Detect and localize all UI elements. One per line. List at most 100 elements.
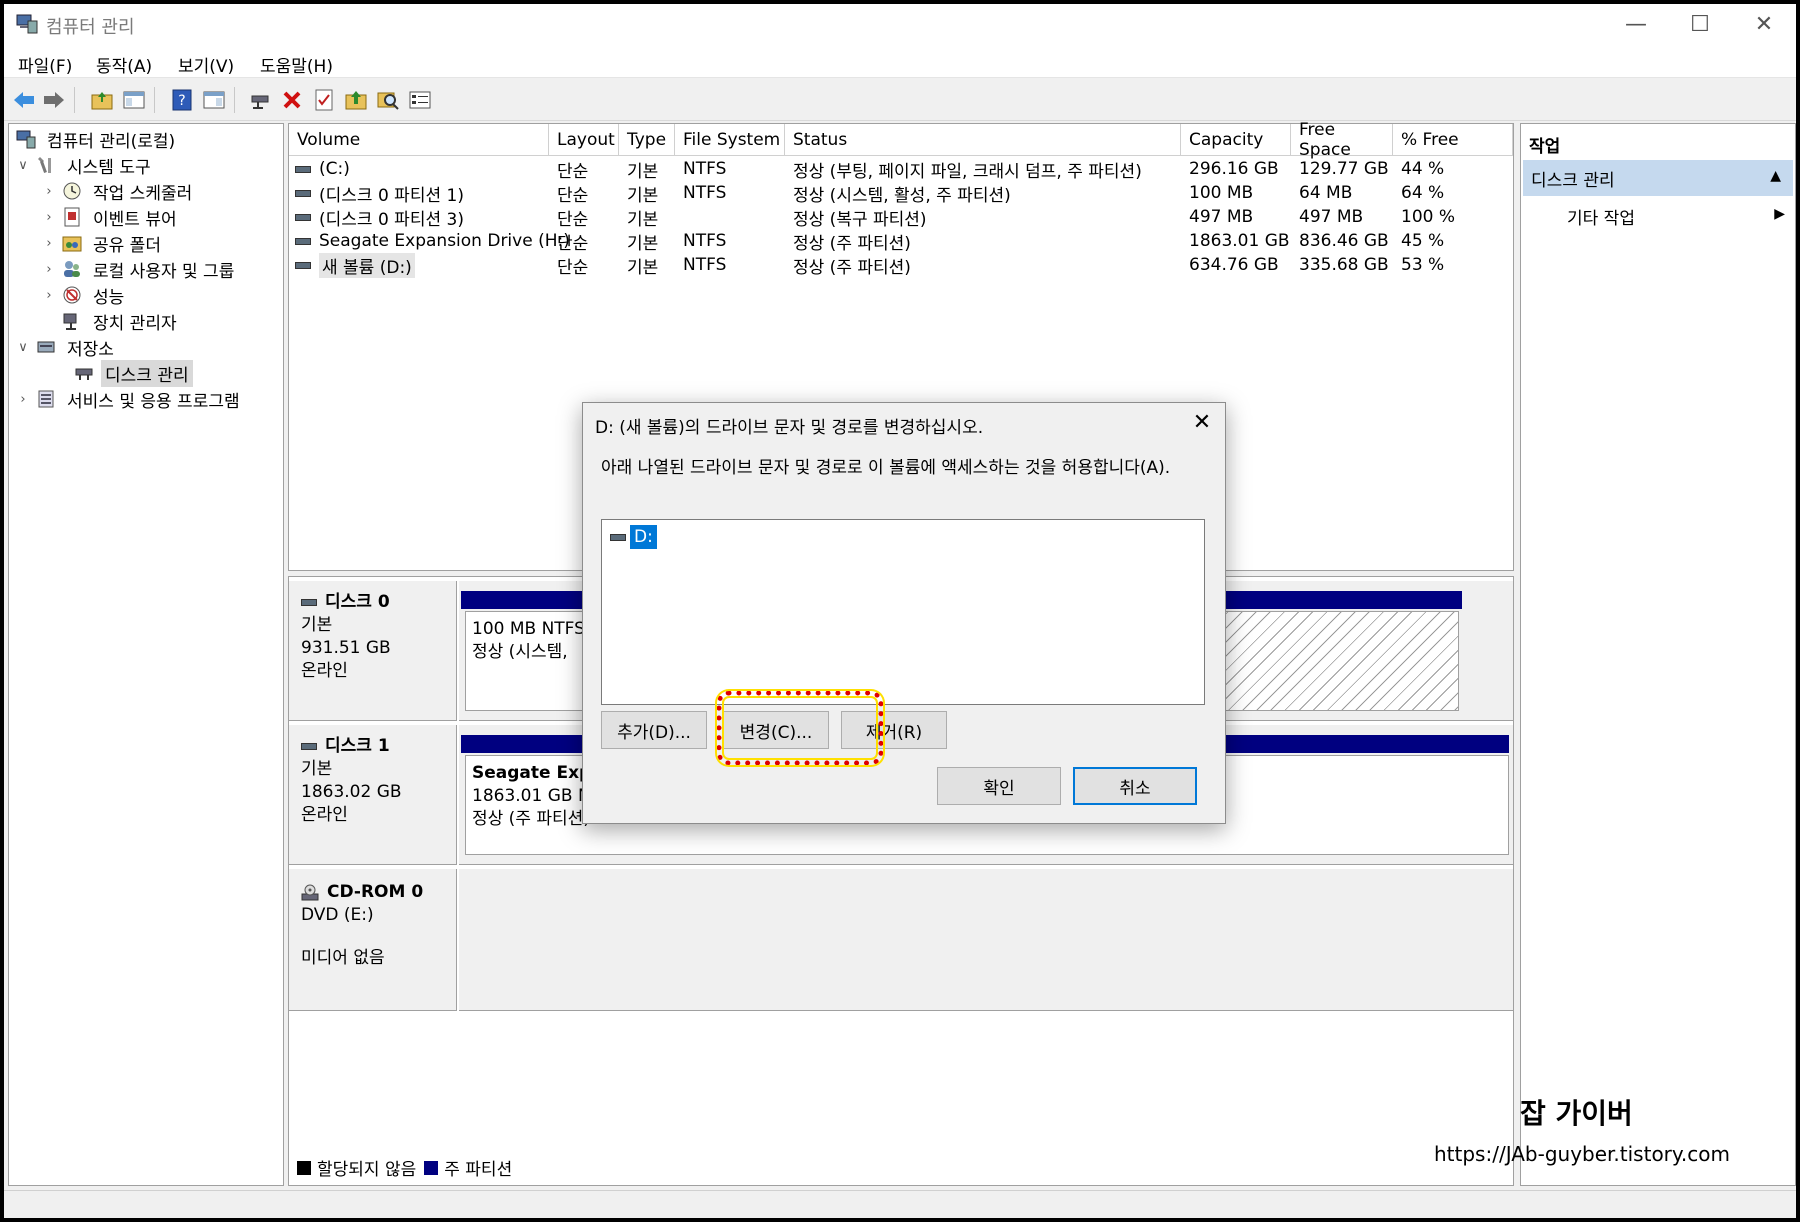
submenu-arrow-icon[interactable]: ▶ [1774, 206, 1785, 222]
tree-item-event-viewer[interactable]: › 이벤트 뷰어 [41, 204, 181, 230]
tree-item-task-scheduler[interactable]: › 작업 스케줄러 [41, 178, 196, 204]
status-cell: 정상 (주 파티션) [793, 257, 911, 278]
collapse-up-icon[interactable]: ▲ [1770, 168, 1781, 184]
action-disk-management[interactable]: 디스크 관리 ▲ [1523, 160, 1793, 196]
list-item[interactable]: D: [610, 524, 657, 550]
column-header-free-space[interactable]: Free Space [1291, 120, 1393, 160]
tree-item-shared-folders[interactable]: › 공유 폴더 [41, 230, 165, 256]
menu-view[interactable]: 보기(V) [178, 52, 234, 77]
tree-item-device-manager[interactable]: 장치 관리자 [57, 308, 181, 334]
cancel-button[interactable]: 취소 [1073, 767, 1197, 805]
users-icon [61, 258, 83, 280]
disk-status: 미디어 없음 [301, 948, 385, 968]
column-header-capacity[interactable]: Capacity [1181, 124, 1291, 156]
filesystem-cell: NTFS [683, 255, 727, 275]
drive-icon [295, 165, 311, 173]
percent-free-cell: 100 % [1401, 207, 1456, 227]
column-header-file-system[interactable]: File System [675, 124, 785, 156]
percent-free-cell: 45 % [1401, 231, 1445, 251]
toolbar: ? [4, 79, 1796, 121]
layout-cell: 단순 [557, 233, 589, 254]
tree-label: 시스템 도구 [67, 157, 151, 178]
tree-label: 저장소 [67, 339, 114, 360]
chevron-right-icon[interactable]: › [41, 184, 57, 199]
partition-selected[interactable]: S ) [1185, 611, 1459, 711]
search-icon[interactable] [376, 88, 400, 112]
table-row[interactable]: (C:) 단순 기본 NTFS 정상 (부팅, 페이지 파일, 크래시 덤프, … [289, 157, 1513, 182]
status-cell: 정상 (복구 파티션) [793, 209, 927, 230]
watermark-url: https://JAb-guyber.tistory.com [1434, 1142, 1730, 1166]
column-header-type[interactable]: Type [619, 124, 675, 156]
chevron-right-icon[interactable]: › [41, 210, 57, 225]
chevron-down-icon[interactable]: ∨ [15, 158, 31, 173]
column-header-status[interactable]: Status [785, 124, 1181, 156]
navigation-tree: 컴퓨터 관리(로컬) ∨ 시스템 도구 › 작업 스케줄러 › 이벤트 뷰어 ›… [8, 123, 284, 1186]
ok-button[interactable]: 확인 [937, 767, 1061, 805]
list-view-icon[interactable] [408, 88, 432, 112]
chevron-down-icon[interactable]: ∨ [15, 340, 31, 355]
chevron-right-icon[interactable]: › [41, 236, 57, 251]
column-header-volume[interactable]: Volume [289, 124, 549, 156]
free-space-cell: 64 MB [1299, 183, 1353, 203]
chevron-right-icon[interactable]: › [41, 288, 57, 303]
svg-text:?: ? [178, 93, 185, 109]
tree-item-local-users[interactable]: › 로컬 사용자 및 그룹 [41, 256, 238, 282]
up-folder-icon[interactable] [90, 88, 114, 112]
column-header-percent-free[interactable]: % Free [1393, 124, 1513, 156]
menu-action[interactable]: 동작(A) [96, 52, 152, 77]
tree-item-root[interactable]: 컴퓨터 관리(로컬) [11, 126, 179, 152]
action-label: 기타 작업 [1567, 209, 1635, 229]
tree-label: 성능 [93, 287, 125, 308]
menu-file[interactable]: 파일(F) [18, 52, 72, 77]
column-header-layout[interactable]: Layout [549, 124, 619, 156]
action-more-actions[interactable]: 기타 작업 [1567, 204, 1635, 229]
disk-type: 기본 [301, 615, 333, 635]
tree-label: 서비스 및 응용 프로그램 [67, 391, 240, 412]
type-cell: 기본 [627, 185, 659, 206]
close-button[interactable]: ✕ [1732, 4, 1796, 44]
disk-management-icon [73, 362, 95, 384]
delete-icon[interactable] [280, 88, 304, 112]
disk1-header[interactable]: 디스크 1 기본 1863.02 GB 온라인 [289, 725, 457, 865]
drive-letter: DVD (E:) [301, 905, 374, 925]
properties-icon[interactable] [312, 88, 336, 112]
disk-icon [301, 743, 317, 750]
menu-help[interactable]: 도움말(H) [260, 52, 333, 77]
tree-item-storage[interactable]: ∨ 저장소 [15, 334, 118, 360]
capacity-cell: 1863.01 GB [1189, 231, 1290, 251]
maximize-button[interactable]: ☐ [1668, 4, 1732, 44]
volume-name: Seagate Expansion Drive (H:) [319, 231, 570, 251]
back-icon[interactable] [12, 88, 36, 112]
connect-drive-icon[interactable] [248, 88, 272, 112]
add-button[interactable]: 추가(D)... [601, 711, 707, 749]
disk0-header[interactable]: 디스크 0 기본 931.51 GB 온라인 [289, 581, 457, 721]
table-row[interactable]: (디스크 0 파티션 1) 단순 기본 NTFS 정상 (시스템, 활성, 주 … [289, 181, 1513, 206]
tree-item-system-tools[interactable]: ∨ 시스템 도구 [15, 152, 155, 178]
tree-label: 이벤트 뷰어 [93, 209, 177, 230]
tree-item-disk-management[interactable]: 디스크 관리 [69, 359, 193, 387]
drive-path-list[interactable]: D: [601, 519, 1205, 705]
disk-status: 온라인 [301, 805, 348, 825]
maximize-icon: ☐ [1690, 11, 1710, 37]
chevron-right-icon[interactable]: › [41, 262, 57, 277]
drive-icon [610, 533, 626, 541]
action-pane: 작업 디스크 관리 ▲ 기타 작업 ▶ [1520, 123, 1796, 1186]
show-hide-tree-icon[interactable] [122, 88, 146, 112]
capacity-cell: 100 MB [1189, 183, 1254, 203]
show-hide-action-pane-icon[interactable] [202, 88, 226, 112]
minimize-button[interactable]: — [1604, 4, 1668, 44]
dialog-close-button[interactable]: ✕ [1179, 403, 1225, 441]
export-icon[interactable] [344, 88, 368, 112]
cdrom0-header[interactable]: CD-ROM 0 DVD (E:) 미디어 없음 [289, 869, 457, 1011]
tree-label: 공유 폴더 [93, 235, 161, 256]
help-icon[interactable]: ? [170, 88, 194, 112]
table-row[interactable]: (디스크 0 파티션 3) 단순 기본 정상 (복구 파티션) 497 MB 4… [289, 205, 1513, 230]
table-row[interactable]: 새 볼륨 (D:) 단순 기본 NTFS 정상 (주 파티션) 634.76 G… [289, 252, 1513, 278]
partition-system[interactable]: 100 MB NTFS 정상 (시스템, [465, 611, 585, 711]
table-row[interactable]: Seagate Expansion Drive (H:) 단순 기본 NTFS … [289, 229, 1513, 254]
chevron-right-icon[interactable]: › [15, 392, 31, 407]
volume-name: 새 볼륨 (D:) [319, 252, 415, 278]
forward-icon[interactable] [42, 88, 66, 112]
tree-item-performance[interactable]: › 성능 [41, 282, 128, 308]
tree-item-services[interactable]: › 서비스 및 응용 프로그램 [15, 386, 244, 412]
